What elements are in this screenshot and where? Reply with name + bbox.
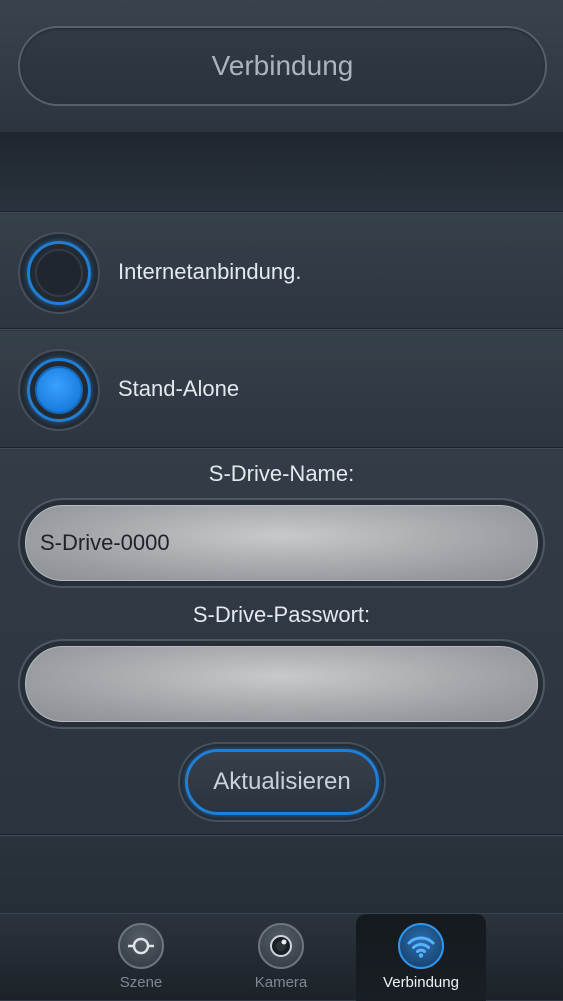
wifi-icon <box>398 923 444 969</box>
camera-icon <box>258 923 304 969</box>
header-spacer <box>0 132 563 212</box>
header-bar: Verbindung <box>0 0 563 132</box>
drive-password-label: S-Drive-Passwort: <box>192 602 371 627</box>
divider <box>0 211 563 213</box>
tab-connection-label: Verbindung <box>383 974 459 991</box>
option-standalone[interactable]: Stand-Alone <box>0 331 563 447</box>
drive-password-input[interactable] <box>25 646 538 722</box>
divider <box>0 328 563 330</box>
scene-icon <box>118 923 164 969</box>
tab-connection[interactable]: Verbindung <box>356 914 486 1001</box>
option-standalone-label: Stand-Alone <box>118 376 240 401</box>
drive-name-label: S-Drive-Name: <box>208 461 355 486</box>
divider <box>0 834 563 836</box>
divider <box>0 447 563 449</box>
tab-scene-label: Szene <box>119 974 163 991</box>
radio-internet[interactable] <box>18 232 100 314</box>
content-bottom <box>0 837 563 913</box>
radio-dot <box>35 249 83 297</box>
update-button[interactable]: Aktualisieren <box>185 749 379 815</box>
radio-dot-selected <box>35 366 83 414</box>
radio-standalone[interactable] <box>18 349 100 431</box>
drive-name-field-frame <box>18 498 545 588</box>
tab-camera[interactable]: Kamera <box>216 914 346 1001</box>
tab-scene[interactable]: Szene <box>76 914 206 1001</box>
drive-name-input[interactable] <box>25 505 538 581</box>
option-internet[interactable]: Internetanbindung. <box>0 214 563 330</box>
drive-password-field-frame <box>18 639 545 729</box>
option-internet-label: Internetanbindung. <box>118 259 302 284</box>
page-title: Verbindung <box>18 26 547 106</box>
tab-bar: Szene Kamera Verbindung <box>0 913 563 1001</box>
tab-camera-label: Kamera <box>254 974 308 991</box>
update-button-frame: Aktualisieren <box>178 742 386 822</box>
